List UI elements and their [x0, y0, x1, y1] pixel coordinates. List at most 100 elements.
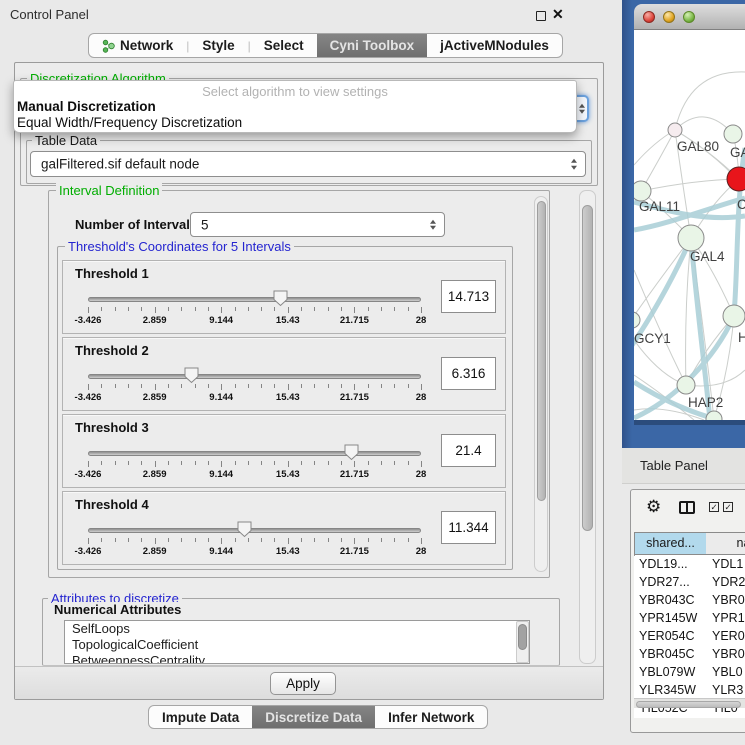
float-window-icon[interactable] — [536, 11, 546, 21]
numerical-attributes-label: Numerical Attributes — [52, 602, 183, 617]
slider-tick — [394, 307, 395, 311]
slider-tick-label: -3.426 — [66, 546, 110, 557]
slider-tick — [354, 307, 355, 313]
slider-tick — [314, 461, 315, 465]
algorithm-select-fragment[interactable] — [575, 95, 589, 122]
slider-tick — [314, 307, 315, 311]
table-row[interactable]: YDR27...YDR2 — [634, 574, 745, 592]
threshold-value-input[interactable]: 11.344 — [441, 511, 496, 544]
table-horizontal-scrollbar[interactable] — [634, 698, 745, 708]
table-row[interactable]: YER054CYER0 — [634, 628, 745, 646]
slider-tick — [128, 461, 129, 465]
slider-tick — [328, 538, 329, 542]
slider-tick — [261, 384, 262, 388]
table-row[interactable]: YBR045CYBR0 — [634, 646, 745, 664]
network-node-label: HAP2 — [688, 395, 723, 410]
slider-tick — [208, 307, 209, 311]
slider-tick — [421, 461, 422, 467]
network-node-gal4[interactable] — [678, 225, 704, 251]
tab-network-label: Network — [120, 38, 173, 53]
slider-track[interactable] — [88, 528, 421, 533]
slider-track[interactable] — [88, 451, 421, 456]
slider-track[interactable] — [88, 297, 421, 302]
apply-button[interactable]: Apply — [270, 672, 336, 695]
tab-infer-network[interactable]: Infer Network — [375, 706, 487, 728]
slider-tick — [381, 307, 382, 311]
tab-style[interactable]: Style — [189, 34, 247, 57]
tab-discretize-data[interactable]: Discretize Data — [252, 706, 375, 728]
checkbox-icon[interactable]: ✓ — [723, 502, 733, 512]
slider-tick — [101, 461, 102, 465]
slider-thumb[interactable] — [184, 367, 199, 384]
attribute-list-item[interactable]: TopologicalCoefficient — [65, 637, 529, 653]
number-of-intervals-select[interactable]: 5 — [190, 212, 445, 237]
slider-tick — [288, 538, 289, 544]
close-traffic-light-icon[interactable] — [643, 11, 655, 23]
slider-tick — [381, 461, 382, 465]
slider-tick-label: 28 — [399, 546, 443, 557]
network-node-gal11[interactable] — [634, 181, 651, 201]
table-row[interactable]: YDL19...YDL1 — [634, 556, 745, 574]
interval-definition-label: Interval Definition — [56, 183, 162, 198]
slider-tick — [394, 461, 395, 465]
network-canvas[interactable]: GAL80GACGAL11GAL4GCY1HHAP2 — [634, 30, 745, 420]
slider-tick — [195, 307, 196, 311]
algorithm-option-manual[interactable]: Manual Discretization — [17, 99, 156, 114]
algorithm-placeholder: Select algorithm to view settings — [14, 84, 576, 99]
slider-track[interactable] — [88, 374, 421, 379]
slider-tick — [115, 461, 116, 465]
attribute-list-item[interactable]: SelfLoops — [65, 621, 529, 637]
slider-tick — [368, 461, 369, 465]
slider-tick — [301, 538, 302, 542]
threshold-value-input[interactable]: 6.316 — [441, 357, 496, 390]
checkbox-icon[interactable]: ✓ — [709, 502, 719, 512]
slider-thumb[interactable] — [237, 521, 252, 538]
algorithm-option-equal-width[interactable]: Equal Width/Frequency Discretization — [17, 115, 242, 130]
slider-tick — [421, 538, 422, 544]
table-row[interactable]: YBR043CYBR0 — [634, 592, 745, 610]
table-row[interactable]: YPR145WYPR1 — [634, 610, 745, 628]
tab-impute-data[interactable]: Impute Data — [149, 706, 252, 728]
minimize-traffic-light-icon[interactable] — [663, 11, 675, 23]
table-panel-titlebar[interactable]: Table Panel — [622, 448, 745, 484]
tab-cyni-toolbox[interactable]: Cyni Toolbox — [317, 34, 428, 57]
attributes-scrollbar[interactable] — [516, 621, 529, 663]
slider-tick — [274, 384, 275, 388]
attribute-list-item[interactable]: BetweennessCentrality — [65, 653, 529, 664]
threshold-value-input[interactable]: 21.4 — [441, 434, 496, 467]
slider-tick — [101, 307, 102, 311]
tab-jactivemnodules[interactable]: jActiveMNodules — [427, 34, 562, 57]
slider-tick — [341, 538, 342, 542]
threshold-value-input[interactable]: 14.713 — [441, 280, 496, 313]
close-icon[interactable]: ✕ — [552, 6, 564, 23]
slider-tick — [181, 461, 182, 465]
network-node-gal80[interactable] — [668, 123, 682, 137]
column-header-shared-name[interactable]: shared... — [634, 532, 707, 555]
slider-tick — [88, 538, 89, 544]
tab-network[interactable]: Network — [89, 34, 186, 57]
network-node-label: GAL80 — [677, 139, 719, 154]
column-header-name[interactable]: na — [706, 532, 745, 555]
gear-icon[interactable]: ⚙ — [646, 498, 661, 515]
spinner-arrows-icon — [430, 219, 436, 230]
maximize-traffic-light-icon[interactable] — [683, 11, 695, 23]
interval-scrollbar[interactable] — [534, 196, 548, 572]
slider-tick — [301, 384, 302, 388]
network-node-label: GAL4 — [690, 249, 725, 264]
network-node-ga[interactable] — [724, 125, 742, 143]
slider-thumb[interactable] — [344, 444, 359, 461]
tab-select[interactable]: Select — [251, 34, 317, 57]
slider-tick — [88, 384, 89, 390]
table-row[interactable]: YBL079WYBL0 — [634, 664, 745, 682]
slider-thumb[interactable] — [273, 290, 288, 307]
network-node-gcy1[interactable] — [634, 312, 640, 328]
table-data-select[interactable]: galFiltered.sif default node — [30, 151, 586, 177]
slider-tick-label: 9.144 — [199, 315, 243, 326]
network-node-h[interactable] — [723, 305, 745, 327]
network-node-hap2[interactable] — [677, 376, 695, 394]
cell-shared-name: YBR045C — [639, 647, 695, 661]
split-columns-icon[interactable] — [679, 501, 695, 514]
panel-scrollbar[interactable] — [579, 190, 596, 664]
table-panel-title: Table Panel — [640, 458, 708, 473]
slider-tick — [141, 384, 142, 388]
